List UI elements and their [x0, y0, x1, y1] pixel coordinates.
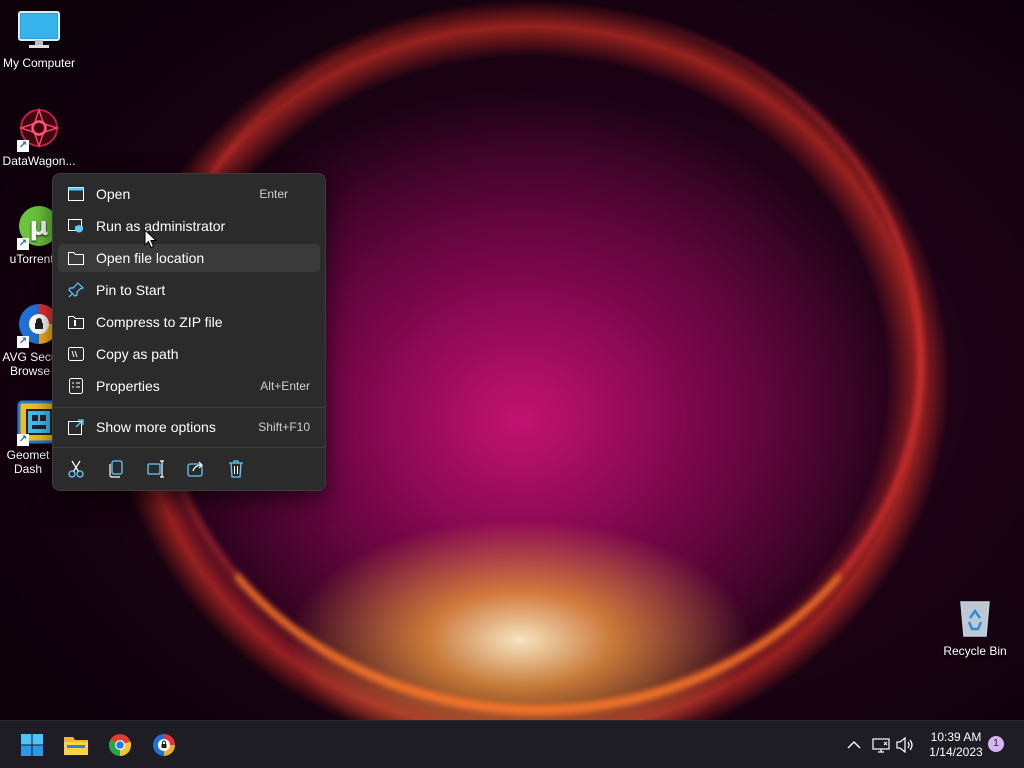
menu-item-label: Pin to Start [96, 282, 166, 298]
menu-item-properties[interactable]: Properties Alt+Enter [58, 372, 320, 400]
menu-item-open-file-location[interactable]: Open file location [58, 244, 320, 272]
menu-item-shortcut: Alt+Enter [260, 379, 310, 393]
mouse-cursor-icon [144, 228, 158, 254]
desktop-icon-label: My Computer [2, 56, 76, 70]
desktop-icon-label: Recycle Bin [943, 644, 1007, 658]
shortcut-arrow-icon: ↗ [17, 140, 29, 152]
menu-item-pin-to-start[interactable]: Pin to Start [58, 276, 320, 304]
taskbar: 10:39 AM 1/14/2023 [0, 720, 1024, 768]
avg-browser-icon[interactable] [148, 729, 180, 761]
properties-icon [67, 377, 85, 395]
svg-text:µ: µ [29, 212, 48, 242]
shortcut-arrow-icon: ↗ [17, 434, 29, 446]
pin-icon [67, 281, 85, 299]
taskbar-clock[interactable]: 10:39 AM 1/14/2023 [920, 730, 992, 760]
cut-icon[interactable] [65, 458, 87, 480]
open-window-icon [67, 185, 85, 203]
datawagon-app-icon: ↗ [17, 106, 61, 152]
clock-date: 1/14/2023 [929, 745, 983, 759]
menu-item-label: Run as administrator [96, 218, 226, 234]
menu-item-label: Open file location [96, 250, 205, 266]
menu-separator [53, 407, 325, 408]
menu-item-label: Properties [96, 378, 160, 394]
menu-item-run-as-administrator[interactable]: Run as administrator [58, 212, 320, 240]
menu-item-label: Copy as path [96, 346, 179, 362]
clock-time: 10:39 AM [930, 730, 982, 744]
start-icon[interactable] [16, 729, 48, 761]
desktop-icon-label: DataWagon... [2, 154, 76, 168]
menu-item-open[interactable]: Open Enter [58, 180, 320, 208]
menu-item-compress-to-zip[interactable]: Compress to ZIP file [58, 308, 320, 336]
menu-item-label: Compress to ZIP file [96, 314, 223, 330]
menu-item-shortcut: Shift+F10 [258, 420, 310, 434]
context-menu: Open Enter Run as administrator Open fil… [52, 173, 326, 491]
zip-folder-icon [67, 313, 85, 331]
monitor-icon [17, 8, 61, 52]
menu-separator [53, 447, 325, 448]
menu-item-show-more-options[interactable]: Show more options Shift+F10 [58, 413, 320, 441]
copy-icon[interactable] [105, 458, 127, 480]
desktop-icon-recycle-bin[interactable]: Recycle Bin [936, 596, 1014, 658]
delete-icon[interactable] [225, 458, 247, 480]
shortcut-arrow-icon: ↗ [17, 336, 29, 348]
desktop-icon-label: AVG Secu Browse [2, 350, 58, 378]
volume-icon[interactable] [890, 729, 920, 761]
menu-item-label: Open [96, 186, 131, 202]
recycle-bin-icon [953, 596, 997, 640]
desktop-icon-datawagon[interactable]: ↗ DataWagon... [0, 106, 78, 168]
path-icon [67, 345, 85, 363]
file-explorer-icon[interactable] [60, 729, 92, 761]
desktop-icon-label: Geomet Dash [6, 448, 50, 476]
shortcut-arrow-icon: ↗ [17, 238, 29, 250]
shield-window-icon [67, 217, 85, 235]
share-icon[interactable] [185, 458, 207, 480]
expand-icon [67, 418, 85, 436]
menu-action-bar [65, 458, 247, 480]
menu-item-shortcut: Enter [259, 187, 288, 201]
menu-item-copy-as-path[interactable]: Copy as path [58, 340, 320, 368]
chrome-icon[interactable] [104, 729, 136, 761]
notification-badge[interactable]: 1 [988, 736, 1004, 752]
menu-item-label: Show more options [96, 419, 216, 435]
desktop-icon-my-computer[interactable]: My Computer [0, 8, 78, 70]
folder-icon [67, 249, 85, 267]
rename-icon[interactable] [145, 458, 167, 480]
